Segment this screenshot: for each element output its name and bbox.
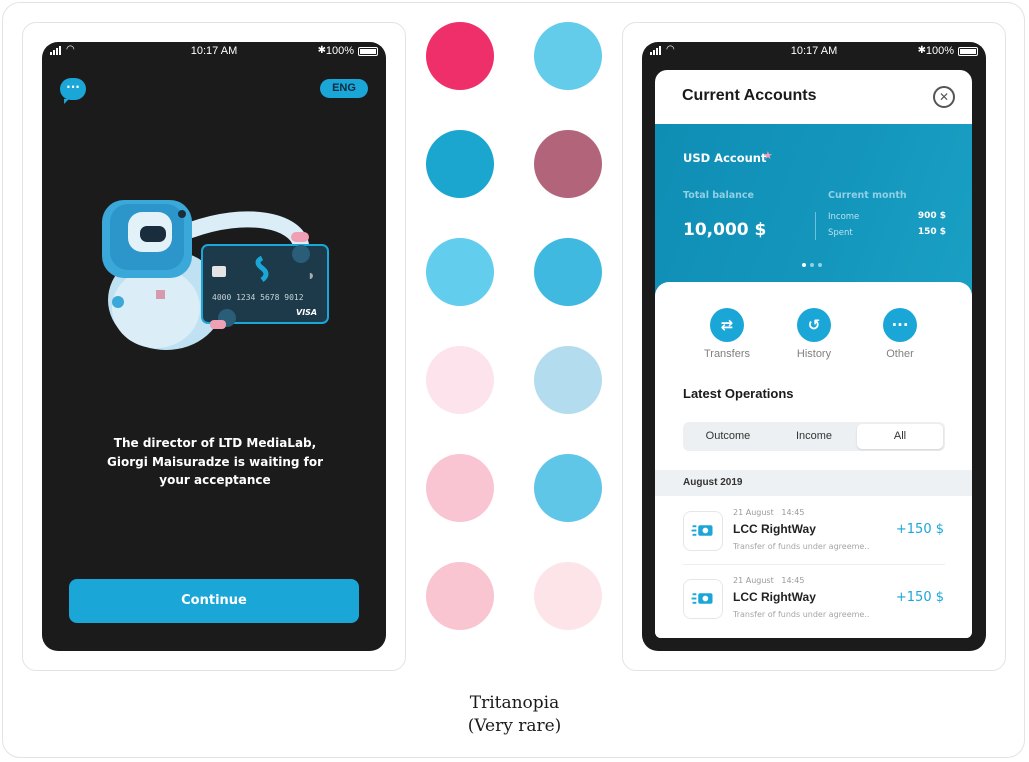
battery-icon xyxy=(958,47,978,56)
battery-percent: 100% xyxy=(325,45,354,57)
operation-date: 21 August 14:45 xyxy=(733,508,805,517)
caption-title: Tritanopia xyxy=(469,693,560,713)
color-swatch xyxy=(534,454,602,522)
continue-button[interactable]: Continue xyxy=(69,579,359,623)
income-label: Income xyxy=(828,212,860,222)
operation-amount: +150 $ xyxy=(895,590,944,605)
transfer-money-icon xyxy=(683,579,723,619)
operation-name: LCC RightWay xyxy=(733,522,816,536)
tab-all[interactable]: All xyxy=(857,424,943,449)
language-button[interactable]: ENG xyxy=(320,79,368,98)
color-swatch xyxy=(426,454,494,522)
svg-text:◗: ◗ xyxy=(309,271,313,280)
total-balance-value: 10,000 $ xyxy=(683,220,767,240)
card-number: 4000 1234 5678 9012 xyxy=(212,293,304,302)
history-button[interactable]: ↺ History xyxy=(782,308,846,360)
account-name: USD Account xyxy=(683,151,767,165)
month-header: August 2019 xyxy=(655,470,972,496)
action-label: Transfers xyxy=(703,348,751,360)
sheet-title: Current Accounts xyxy=(682,87,817,104)
color-swatch xyxy=(426,238,494,306)
operation-row[interactable]: 21 August 14:45 LCC RightWay Transfer of… xyxy=(655,502,972,568)
transfers-button[interactable]: ⇄ Transfers xyxy=(695,308,759,360)
account-card[interactable]: USD Account ★ Total balance 10,000 $ Cur… xyxy=(655,124,972,302)
other-button[interactable]: ··· Other xyxy=(868,308,932,360)
chat-bubble-icon[interactable]: ··· xyxy=(60,78,86,104)
color-swatch xyxy=(426,130,494,198)
status-bar: ◠ 10:17 AM ✱ 100% xyxy=(642,42,986,62)
color-swatch xyxy=(534,346,602,414)
spent-value: 150 $ xyxy=(917,227,946,237)
more-icon: ··· xyxy=(883,308,917,342)
operations-filter: Outcome Income All xyxy=(683,422,945,451)
battery-percent: 100% xyxy=(925,45,954,57)
color-swatch xyxy=(534,130,602,198)
operation-name: LCC RightWay xyxy=(733,590,816,604)
astronaut-card-illustration: ◗ 4000 1234 5678 9012 VISA xyxy=(102,200,329,350)
transfer-money-icon xyxy=(683,511,723,551)
color-swatch xyxy=(534,22,602,90)
transfer-icon: ⇄ xyxy=(710,308,744,342)
action-label: Other xyxy=(886,348,914,360)
income-value: 900 $ xyxy=(917,211,946,221)
status-bar: ◠ 10:17 AM ✱ 100% xyxy=(42,42,386,62)
operation-amount: +150 $ xyxy=(895,522,944,537)
invitation-message: The director of LTD MediaLab, Giorgi Mai… xyxy=(106,436,324,487)
page-indicator[interactable] xyxy=(802,263,822,267)
caption: Tritanopia (Very rare) xyxy=(0,692,1029,738)
operation-date: 21 August 14:45 xyxy=(733,576,805,585)
tab-income[interactable]: Income xyxy=(771,424,857,449)
tab-outcome[interactable]: Outcome xyxy=(685,424,771,449)
divider xyxy=(815,212,816,240)
accounts-sheet: Current Accounts ✕ USD Account ★ Total b… xyxy=(655,70,972,638)
color-swatch xyxy=(534,562,602,630)
total-balance-label: Total balance xyxy=(683,190,754,201)
operation-description: Transfer of funds under agreeme.. xyxy=(733,542,870,551)
battery-icon xyxy=(358,47,378,56)
card-brand: VISA xyxy=(296,308,317,317)
color-swatch xyxy=(426,562,494,630)
star-icon[interactable]: ★ xyxy=(763,149,773,162)
operation-description: Transfer of funds under agreeme.. xyxy=(733,610,870,619)
latest-operations-title: Latest Operations xyxy=(683,386,794,401)
operation-row[interactable]: 21 August 14:45 LCC RightWay Transfer of… xyxy=(655,570,972,636)
caption-subtitle: (Very rare) xyxy=(467,716,562,736)
history-icon: ↺ xyxy=(797,308,831,342)
current-month-label: Current month xyxy=(828,190,907,201)
operations-panel: ⇄ Transfers ↺ History ··· Other Latest O… xyxy=(655,282,972,638)
bluetooth-icon: ✱ xyxy=(917,45,926,56)
action-label: History xyxy=(796,348,832,360)
bluetooth-icon: ✱ xyxy=(317,45,326,56)
divider xyxy=(683,564,945,565)
color-swatch xyxy=(534,238,602,306)
spent-label: Spent xyxy=(828,228,853,238)
color-swatch xyxy=(426,22,494,90)
close-icon[interactable]: ✕ xyxy=(933,86,955,108)
color-swatch xyxy=(426,346,494,414)
